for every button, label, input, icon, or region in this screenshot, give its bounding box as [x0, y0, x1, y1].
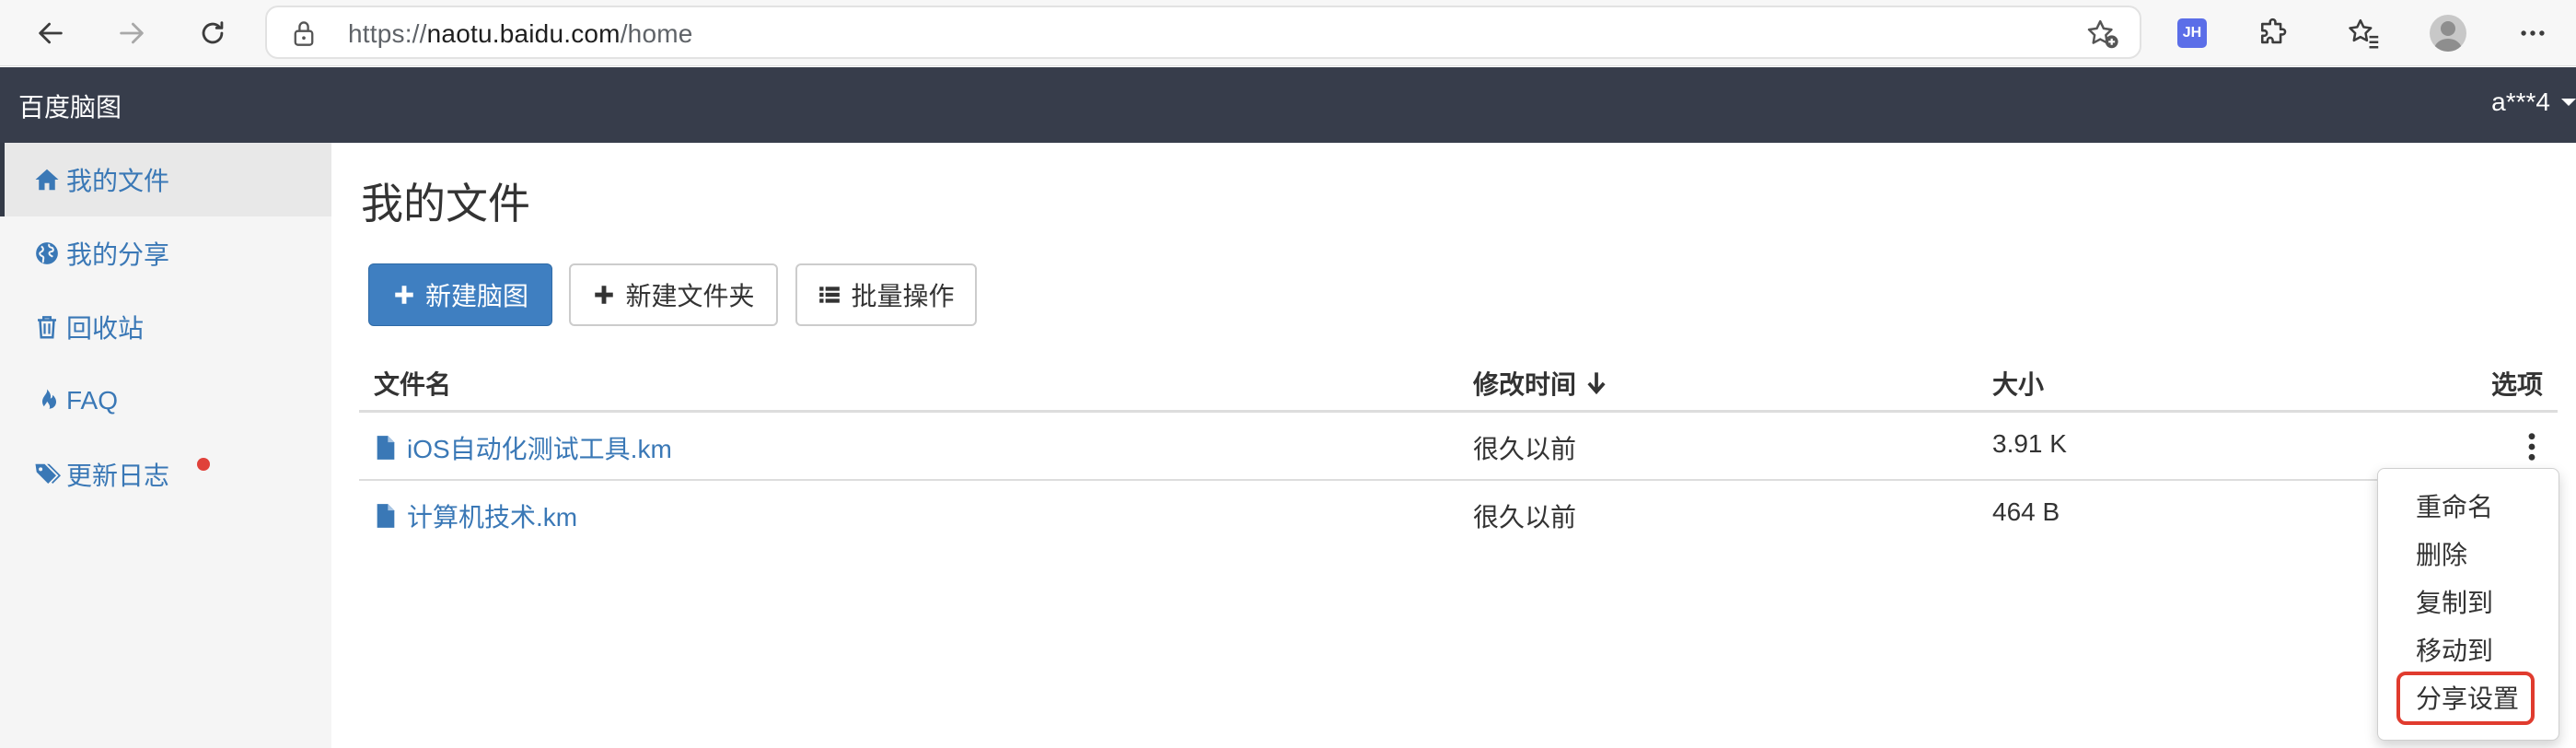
- avatar: [2430, 15, 2466, 52]
- favorites-button[interactable]: [2341, 10, 2387, 56]
- extension-jh-button[interactable]: JH: [2169, 10, 2215, 56]
- caret-down-icon: [2561, 99, 2576, 106]
- menu-item-move-to[interactable]: 移动到: [2416, 631, 2493, 668]
- arrow-right-icon: [120, 22, 144, 44]
- sidebar-item-faq[interactable]: FAQ: [0, 364, 331, 438]
- batch-operation-button[interactable]: 批量操作: [795, 263, 977, 326]
- sidebar-item-label: 更新日志: [66, 462, 170, 490]
- fire-icon: [42, 389, 56, 410]
- extensions-button[interactable]: [2251, 10, 2297, 56]
- table-row: 计算机技术.km 很久以前 464 B: [359, 481, 2558, 549]
- profile-button[interactable]: [2425, 10, 2471, 56]
- notification-dot: [197, 458, 210, 471]
- sidebar: 我的文件 我的分享 回收站 FAQ 更新日志: [0, 143, 331, 748]
- back-button[interactable]: [28, 10, 74, 56]
- forward-button[interactable]: [109, 10, 155, 56]
- lock-icon[interactable]: [291, 19, 317, 47]
- arrow-down-icon: [1587, 372, 1606, 395]
- menu-item-copy-to[interactable]: 复制到: [2416, 583, 2493, 620]
- reload-button[interactable]: [190, 10, 236, 56]
- page-title: 我的文件: [361, 180, 530, 228]
- plus-icon: [395, 286, 413, 304]
- add-favorite-icon[interactable]: [2086, 18, 2119, 50]
- home-icon: [35, 169, 59, 191]
- file-icon: [377, 504, 395, 528]
- app-header: 百度脑图 a***4: [0, 67, 2576, 143]
- plus-icon: [595, 286, 614, 304]
- new-mindmap-label: 新建脑图: [424, 282, 528, 310]
- file-name: 计算机技术.km: [407, 503, 578, 532]
- file-modified: 很久以前: [1473, 503, 1577, 532]
- batch-operation-label: 批量操作: [851, 282, 955, 310]
- arrow-left-icon: [39, 22, 63, 44]
- sidebar-item-changelog[interactable]: 更新日志: [0, 438, 331, 511]
- file-size: 464 B: [1992, 497, 2060, 526]
- ellipsis-icon: [2521, 30, 2545, 36]
- file-icon: [377, 436, 395, 460]
- column-header-options: 选项: [2491, 370, 2544, 399]
- url-prefix: https://: [348, 19, 427, 48]
- menu-item-delete[interactable]: 删除: [2416, 535, 2467, 572]
- sidebar-item-label: 我的分享: [66, 240, 170, 269]
- file-name-link[interactable]: 计算机技术.km: [376, 497, 577, 534]
- sidebar-item-label: 回收站: [66, 314, 145, 343]
- app-title[interactable]: 百度脑图: [18, 88, 122, 124]
- new-mindmap-button[interactable]: 新建脑图: [368, 263, 552, 326]
- reload-icon: [202, 21, 224, 44]
- more-button[interactable]: [2510, 10, 2556, 56]
- file-name: iOS自动化测试工具.km: [407, 435, 672, 463]
- sidebar-item-trash[interactable]: 回收站: [0, 290, 331, 364]
- user-name: a***4: [2491, 88, 2550, 116]
- column-header-name[interactable]: 文件名: [374, 365, 451, 402]
- sidebar-item-my-shares[interactable]: 我的分享: [0, 216, 331, 290]
- column-header-size[interactable]: 大小: [1992, 365, 2044, 402]
- column-header-modified[interactable]: 修改时间: [1473, 365, 1607, 402]
- tags-icon: [35, 463, 61, 484]
- url-host: naotu.baidu.com: [426, 19, 621, 48]
- table-row: iOS自动化测试工具.km 很久以前 3.91 K: [359, 413, 2558, 481]
- file-name-link[interactable]: iOS自动化测试工具.km: [376, 429, 672, 466]
- puzzle-icon: [2260, 18, 2287, 44]
- file-size: 3.91 K: [1992, 429, 2067, 458]
- new-folder-button[interactable]: 新建文件夹: [569, 263, 778, 326]
- globe-icon: [36, 242, 58, 264]
- more-options-icon[interactable]: [2523, 431, 2541, 462]
- favorites-icon: [2349, 18, 2379, 49]
- share-settings-highlight: [2396, 672, 2535, 725]
- menu-item-rename[interactable]: 重命名: [2416, 487, 2493, 524]
- sidebar-item-label: FAQ: [66, 386, 119, 415]
- file-options-menu: 重命名 删除 复制到 移动到 分享设置: [2377, 468, 2559, 741]
- file-table-header: 文件名 修改时间 大小 选项: [359, 350, 2558, 413]
- user-menu[interactable]: a***4: [2491, 88, 2576, 117]
- file-modified: 很久以前: [1473, 435, 1577, 463]
- address-bar[interactable]: https://naotu.baidu.com/home: [265, 6, 2141, 59]
- sidebar-item-label: 我的文件: [66, 167, 170, 195]
- list-icon: [819, 286, 841, 303]
- column-header-modified-label: 修改时间: [1473, 370, 1577, 399]
- extension-jh-icon: JH: [2177, 18, 2207, 48]
- url-text[interactable]: https://naotu.baidu.com/home: [348, 19, 693, 49]
- url-path: /home: [620, 19, 693, 48]
- sidebar-item-my-files[interactable]: 我的文件: [0, 143, 331, 216]
- browser-toolbar: https://naotu.baidu.com/home JH: [0, 0, 2576, 66]
- trash-icon: [38, 316, 56, 339]
- new-folder-label: 新建文件夹: [625, 282, 755, 310]
